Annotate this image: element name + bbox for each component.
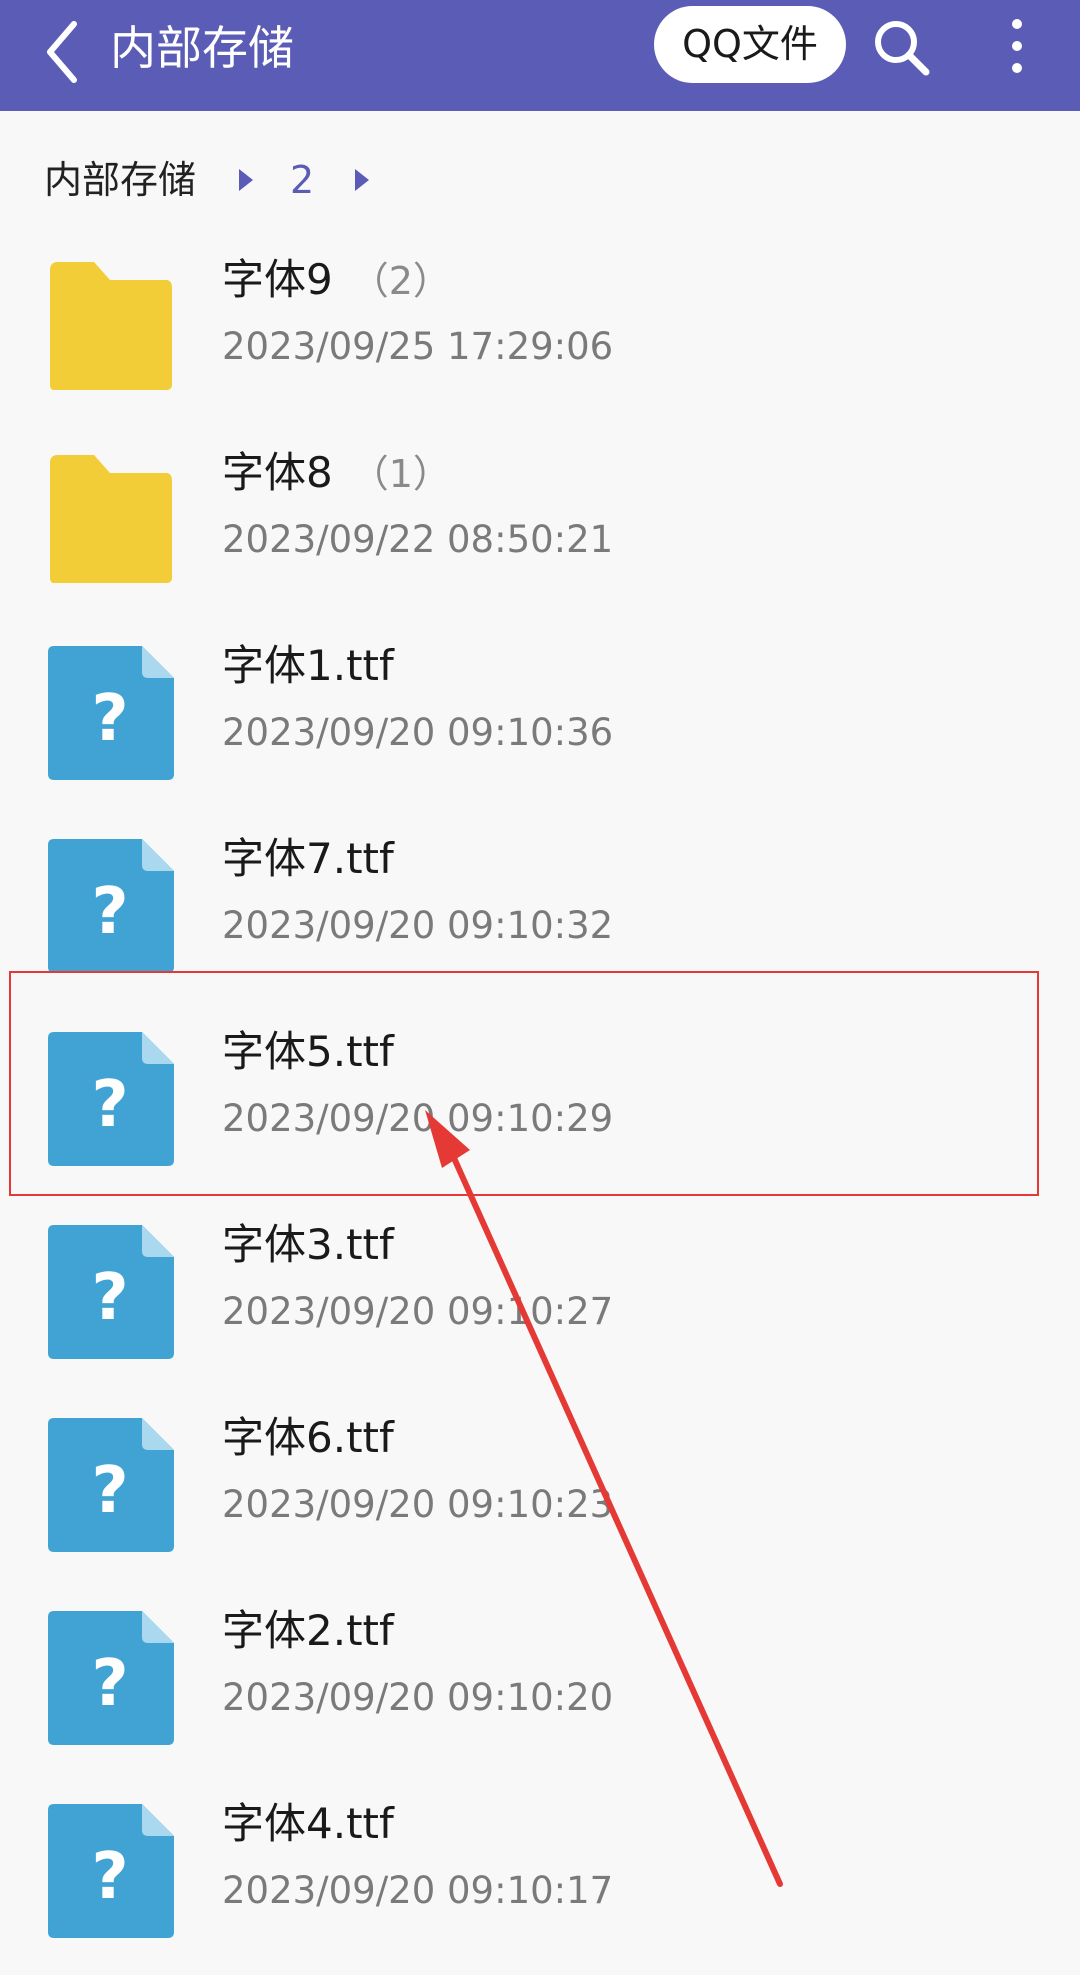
list-item[interactable]: 字体8 （1） 2023/09/22 08:50:21 (0, 431, 1080, 624)
breadcrumb-root[interactable]: 内部存储 (44, 150, 196, 210)
file-name-text: 字体7.ttf (222, 834, 394, 883)
file-name-text: 字体8 (222, 448, 333, 497)
list-item[interactable]: ? 字体5.ttf 2023/09/20 09:10:29 (0, 1010, 1080, 1203)
more-options-icon[interactable] (1002, 16, 1032, 76)
file-name: 字体8 （1） (222, 443, 451, 504)
unknown-file-icon: ? (44, 1223, 176, 1361)
list-item[interactable]: ? 字体7.ttf 2023/09/20 09:10:32 (0, 817, 1080, 1010)
unknown-file-icon: ? (44, 1416, 176, 1554)
file-name: 字体1.ttf (222, 636, 394, 696)
file-date: 2023/09/20 09:10:23 (222, 1483, 614, 1526)
back-arrow-icon[interactable] (40, 14, 88, 90)
file-date: 2023/09/20 09:10:20 (222, 1676, 614, 1719)
file-date: 2023/09/22 08:50:21 (222, 518, 614, 561)
list-item[interactable]: ? 字体3.ttf 2023/09/20 09:10:27 (0, 1203, 1080, 1396)
app-bar: 内部存储 QQ文件 (0, 0, 1080, 111)
file-name-text: 字体4.ttf (222, 1799, 394, 1848)
file-name: 字体3.ttf (222, 1215, 394, 1275)
page-title: 内部存储 (110, 21, 294, 75)
file-date: 2023/09/25 17:29:06 (222, 325, 614, 368)
file-date: 2023/09/20 09:10:36 (222, 711, 614, 754)
file-date: 2023/09/20 09:10:32 (222, 904, 614, 947)
folder-icon (44, 258, 176, 396)
chevron-right-icon (355, 169, 369, 191)
file-name-text: 字体5.ttf (222, 1027, 394, 1076)
list-item[interactable]: ? 字体1.ttf 2023/09/20 09:10:36 (0, 624, 1080, 817)
file-name-text: 字体1.ttf (222, 641, 394, 690)
svg-text:?: ? (91, 1647, 128, 1721)
list-item[interactable]: ? 字体6.ttf 2023/09/20 09:10:23 (0, 1396, 1080, 1589)
file-name-text: 字体9 (222, 255, 333, 304)
chevron-right-icon (239, 169, 253, 191)
file-name: 字体4.ttf (222, 1794, 394, 1854)
file-name-text: 字体3.ttf (222, 1220, 394, 1269)
unknown-file-icon: ? (44, 1802, 176, 1940)
file-name-text: 字体6.ttf (222, 1413, 394, 1462)
svg-text:?: ? (91, 875, 128, 949)
list-item[interactable]: ? 字体4.ttf 2023/09/20 09:10:17 (0, 1782, 1080, 1975)
file-name: 字体2.ttf (222, 1601, 394, 1661)
folder-icon (44, 451, 176, 589)
search-icon[interactable] (870, 16, 932, 78)
file-name: 字体5.ttf (222, 1022, 394, 1082)
file-name: 字体6.ttf (222, 1408, 394, 1468)
file-date: 2023/09/20 09:10:29 (222, 1097, 614, 1140)
list-item[interactable]: ? 字体2.ttf 2023/09/20 09:10:20 (0, 1589, 1080, 1782)
item-count: （2） (350, 259, 451, 303)
unknown-file-icon: ? (44, 644, 176, 782)
svg-text:?: ? (91, 1261, 128, 1335)
file-date: 2023/09/20 09:10:17 (222, 1869, 614, 1912)
breadcrumb: 内部存储 2 (0, 150, 1080, 210)
unknown-file-icon: ? (44, 1030, 176, 1168)
list-item[interactable]: 字体9 （2） 2023/09/25 17:29:06 (0, 238, 1080, 431)
svg-text:?: ? (91, 1068, 128, 1142)
file-date: 2023/09/20 09:10:27 (222, 1290, 614, 1333)
qq-files-button[interactable]: QQ文件 (654, 6, 846, 83)
unknown-file-icon: ? (44, 1609, 176, 1747)
unknown-file-icon: ? (44, 837, 176, 975)
file-name: 字体9 （2） (222, 250, 451, 311)
item-count: （1） (350, 452, 451, 496)
file-name: 字体7.ttf (222, 829, 394, 889)
file-list: 字体9 （2） 2023/09/25 17:29:06 字体8 （1） 2023/09/… (0, 238, 1080, 1975)
svg-text:?: ? (91, 1454, 128, 1528)
svg-text:?: ? (91, 682, 128, 756)
breadcrumb-current[interactable]: 2 (290, 150, 314, 210)
svg-text:?: ? (91, 1840, 128, 1914)
file-name-text: 字体2.ttf (222, 1606, 394, 1655)
